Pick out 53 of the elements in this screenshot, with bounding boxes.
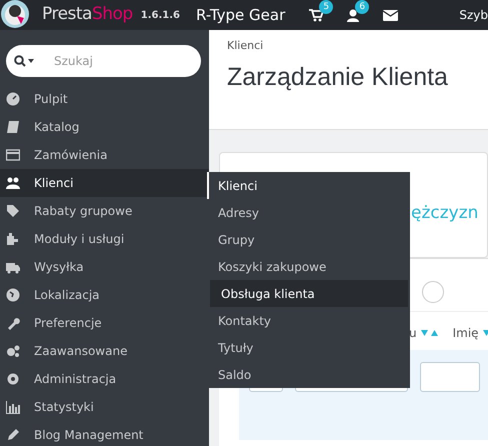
cart-icon[interactable] <box>309 9 324 22</box>
bar-chart-icon <box>6 400 20 414</box>
column-header[interactable]: u <box>409 324 439 342</box>
page-title: Zarządzanie Klienta <box>227 62 448 92</box>
globe-icon <box>6 288 20 302</box>
submenu-item[interactable]: Adresy <box>207 199 410 226</box>
radio-button[interactable] <box>422 281 444 303</box>
puzzle-icon <box>6 232 20 246</box>
version-label: 1.6.1.6 <box>140 8 180 22</box>
sidebar-item[interactable]: Moduły i usługi <box>0 225 209 253</box>
truck-icon <box>6 260 20 274</box>
sidebar-item[interactable]: Statystyki <box>0 393 209 421</box>
submenu-item[interactable]: Koszyki zakupowe <box>207 253 410 280</box>
submenu-item[interactable]: Saldo <box>207 361 410 388</box>
column-header[interactable]: Imię <box>452 324 488 342</box>
pencil-icon <box>6 428 20 442</box>
submenu-item[interactable]: Obsługa klienta <box>210 280 408 307</box>
envelope-icon[interactable] <box>383 10 398 22</box>
sidebar-item[interactable]: Katalog <box>0 113 209 141</box>
filter-field[interactable] <box>420 362 480 392</box>
quick-access-link[interactable]: Szyb <box>459 6 488 24</box>
sidebar-item[interactable]: Pulpit <box>0 85 209 113</box>
stat-label: ężczyzn <box>411 203 478 223</box>
wrench-icon <box>6 316 20 330</box>
search-icon[interactable] <box>14 55 36 67</box>
search-field[interactable]: Szukaj <box>6 45 201 77</box>
submenu-item[interactable]: Klienci <box>207 172 410 199</box>
submenu-item[interactable]: Grupy <box>207 226 410 253</box>
dashboard-icon <box>6 92 20 106</box>
sidebar-item[interactable]: Lokalizacja <box>0 281 209 309</box>
gear-icon <box>6 372 20 386</box>
tag-icon <box>6 204 20 218</box>
breadcrumb-link[interactable]: Klienci <box>227 38 470 54</box>
submenu-item[interactable]: Tytuły <box>207 334 410 361</box>
cart-count-badge: 5 <box>319 0 334 14</box>
book-icon <box>6 120 20 134</box>
customers-count-badge: 6 <box>355 0 370 14</box>
logo-wordmark: PrestaShop <box>42 3 133 26</box>
sidebar-item[interactable]: Klienci <box>0 169 209 197</box>
users-icon <box>6 176 20 190</box>
sidebar-item[interactable]: Wysyłka <box>0 253 209 281</box>
sidebar-item[interactable]: Rabaty grupowe <box>0 197 209 225</box>
search-input[interactable]: Szukaj <box>52 51 172 71</box>
gears-icon <box>6 344 20 358</box>
sidebar-item[interactable]: Administracja <box>0 365 209 393</box>
sidebar-item[interactable]: Zaawansowane <box>0 337 209 365</box>
shop-name[interactable]: R-Type Gear <box>196 4 286 26</box>
credit-card-icon <box>6 148 20 162</box>
sidebar-item[interactable]: Preferencje <box>0 309 209 337</box>
sidebar-item[interactable]: Zamówienia <box>0 141 209 169</box>
user-icon[interactable] <box>347 9 360 22</box>
sidebar-item[interactable]: Blog Management <box>0 421 209 446</box>
submenu-item[interactable]: Kontakty <box>207 307 410 334</box>
